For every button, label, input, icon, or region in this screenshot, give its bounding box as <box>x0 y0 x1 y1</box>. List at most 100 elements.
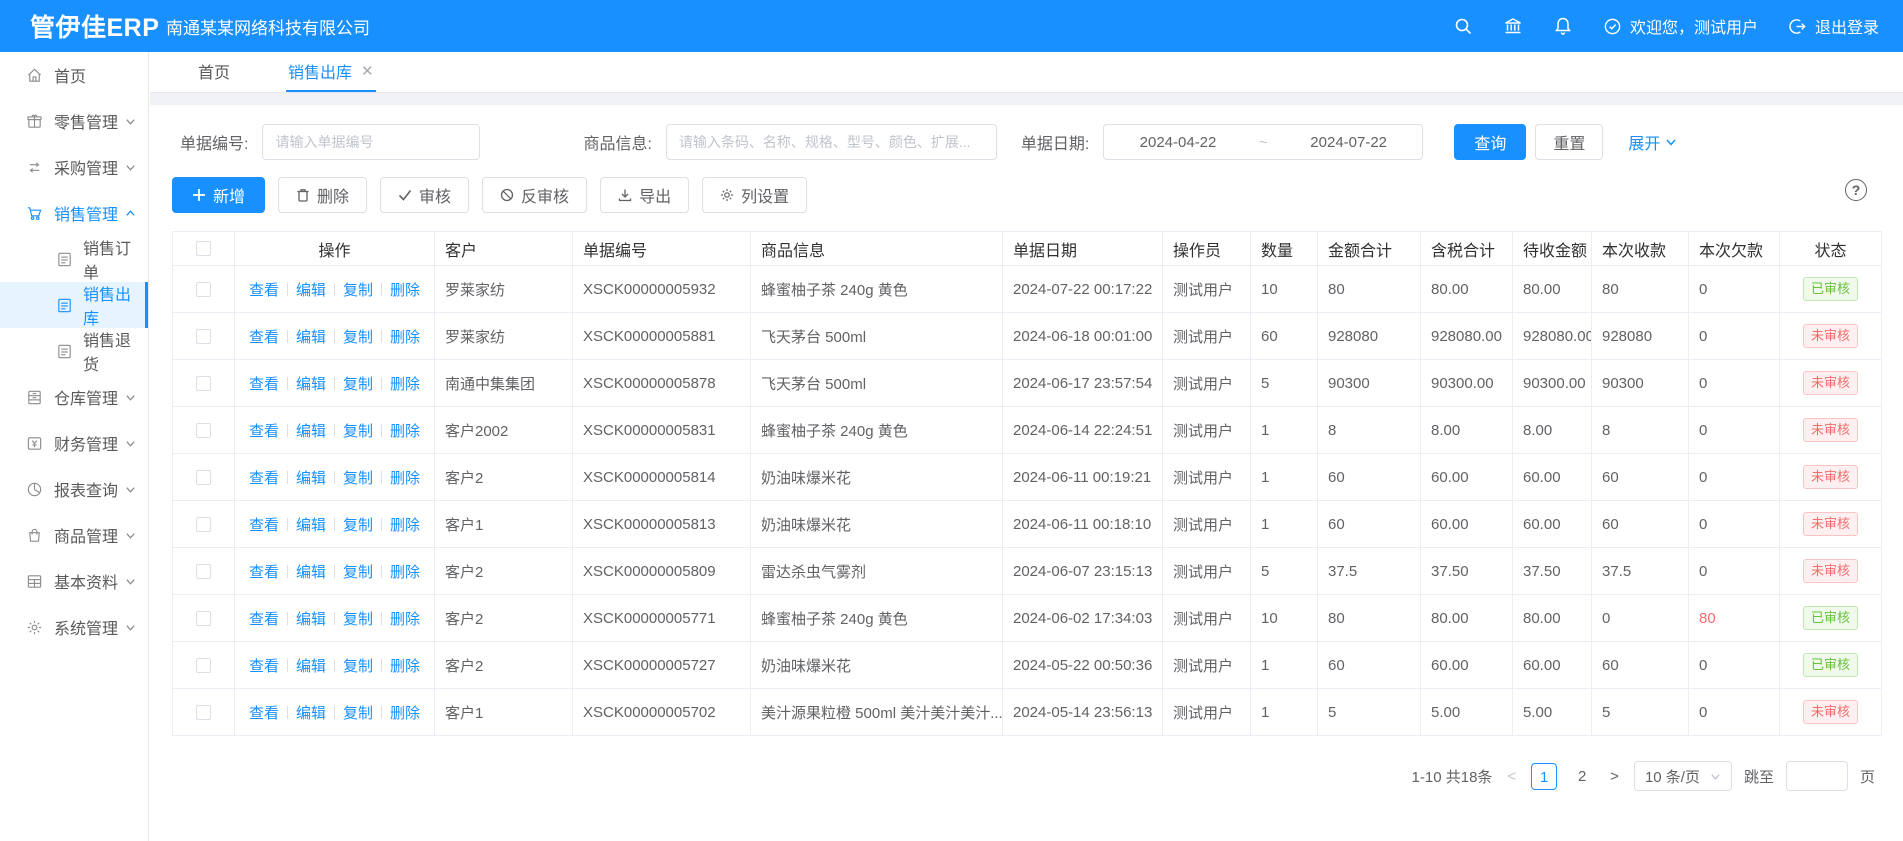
sidebar-item-sales-return[interactable]: 销售退货 <box>0 328 148 374</box>
select-row-checkbox[interactable] <box>196 329 211 344</box>
date-range-picker[interactable]: 2024-04-22 ~ 2024-07-22 <box>1103 124 1423 160</box>
expand-filters-link[interactable]: 展开 <box>1628 130 1677 154</box>
sidebar-item-retail-management[interactable]: 零售管理 <box>0 98 148 144</box>
product-info-input[interactable] <box>666 124 997 160</box>
select-row-checkbox[interactable] <box>196 705 211 720</box>
action-copy-link[interactable]: 复制 <box>343 282 373 299</box>
tab-sales-outbound[interactable]: 销售出库 ✕ <box>286 52 376 92</box>
sidebar-item-sales-management[interactable]: 销售管理 <box>0 190 148 236</box>
sidebar-item-home[interactable]: 首页 <box>0 52 148 98</box>
audit-button[interactable]: 审核 <box>380 177 469 213</box>
help-icon[interactable]: ? <box>1845 179 1867 201</box>
tab-close-icon[interactable]: ✕ <box>361 62 374 80</box>
action-copy-link[interactable]: 复制 <box>343 376 373 393</box>
action-copy-link[interactable]: 复制 <box>343 329 373 346</box>
sidebar-item-purchase-management[interactable]: 采购管理 <box>0 144 148 190</box>
notification-bell-icon[interactable] <box>1553 16 1573 36</box>
action-view-link[interactable]: 查看 <box>249 705 279 722</box>
sidebar-item-product-management[interactable]: 商品管理 <box>0 512 148 558</box>
action-edit-link[interactable]: 编辑 <box>296 658 326 675</box>
action-copy-link[interactable]: 复制 <box>343 658 373 675</box>
action-delete-link[interactable]: 删除 <box>390 611 420 628</box>
action-copy-link[interactable]: 复制 <box>343 470 373 487</box>
action-copy-link[interactable]: 复制 <box>343 423 373 440</box>
next-page-arrow[interactable]: > <box>1607 768 1622 785</box>
action-delete-link[interactable]: 删除 <box>390 517 420 534</box>
amount-cell: 5 <box>1318 689 1421 736</box>
action-edit-link[interactable]: 编辑 <box>296 376 326 393</box>
reset-button[interactable]: 重置 <box>1535 124 1603 160</box>
action-view-link[interactable]: 查看 <box>249 470 279 487</box>
select-row-checkbox[interactable] <box>196 470 211 485</box>
action-delete-link[interactable]: 删除 <box>390 329 420 346</box>
action-delete-link[interactable]: 删除 <box>390 376 420 393</box>
action-view-link[interactable]: 查看 <box>249 376 279 393</box>
select-row-checkbox[interactable] <box>196 611 211 626</box>
page-number-1[interactable]: 1 <box>1531 763 1557 790</box>
action-view-link[interactable]: 查看 <box>249 282 279 299</box>
select-row-checkbox[interactable] <box>196 658 211 673</box>
search-button[interactable]: 查询 <box>1454 124 1526 160</box>
sidebar-item-warehouse-management[interactable]: 仓库管理 <box>0 374 148 420</box>
action-edit-link[interactable]: 编辑 <box>296 705 326 722</box>
organization-icon[interactable] <box>1503 16 1523 36</box>
action-view-link[interactable]: 查看 <box>249 329 279 346</box>
sidebar-item-sales-order[interactable]: 销售订单 <box>0 236 148 282</box>
owed-cell: 0 <box>1689 454 1780 501</box>
add-button[interactable]: 新增 <box>172 177 265 213</box>
jump-to-page-input[interactable] <box>1786 761 1848 791</box>
prev-page-arrow[interactable]: < <box>1504 768 1519 785</box>
select-row-checkbox[interactable] <box>196 517 211 532</box>
column-settings-button[interactable]: 列设置 <box>702 177 807 213</box>
status-badge: 未审核 <box>1803 559 1858 583</box>
action-view-link[interactable]: 查看 <box>249 564 279 581</box>
action-copy-link[interactable]: 复制 <box>343 564 373 581</box>
search-icon[interactable] <box>1453 16 1473 36</box>
retail-icon <box>26 113 43 130</box>
select-row-checkbox[interactable] <box>196 423 211 438</box>
action-view-link[interactable]: 查看 <box>249 423 279 440</box>
select-row-checkbox[interactable] <box>196 564 211 579</box>
action-edit-link[interactable]: 编辑 <box>296 282 326 299</box>
page-number-2[interactable]: 2 <box>1569 763 1595 790</box>
export-button[interactable]: 导出 <box>600 177 689 213</box>
action-delete-link[interactable]: 删除 <box>390 282 420 299</box>
sidebar-item-sales-outbound[interactable]: 销售出库 <box>0 282 148 328</box>
unaudit-button[interactable]: 反审核 <box>482 177 587 213</box>
action-delete-link[interactable]: 删除 <box>390 470 420 487</box>
action-edit-link[interactable]: 编辑 <box>296 517 326 534</box>
sidebar-item-basic-data[interactable]: 基本资料 <box>0 558 148 604</box>
action-view-link[interactable]: 查看 <box>249 658 279 675</box>
select-all-checkbox[interactable] <box>196 241 211 256</box>
column-header: 含税合计 <box>1421 232 1513 266</box>
action-copy-link[interactable]: 复制 <box>343 611 373 628</box>
action-delete-link[interactable]: 删除 <box>390 705 420 722</box>
action-copy-link[interactable]: 复制 <box>343 705 373 722</box>
select-row-checkbox[interactable] <box>196 282 211 297</box>
action-edit-link[interactable]: 编辑 <box>296 329 326 346</box>
sidebar-item-finance-management[interactable]: 财务管理 <box>0 420 148 466</box>
delete-button[interactable]: 删除 <box>278 177 367 213</box>
action-delete-link[interactable]: 删除 <box>390 564 420 581</box>
logout-button[interactable]: 退出登录 <box>1788 14 1879 38</box>
action-view-link[interactable]: 查看 <box>249 611 279 628</box>
user-welcome[interactable]: 欢迎您，测试用户 <box>1603 14 1758 38</box>
page-size-select[interactable]: 10 条/页 <box>1634 761 1732 791</box>
tab-home[interactable]: 首页 <box>196 52 232 92</box>
action-edit-link[interactable]: 编辑 <box>296 564 326 581</box>
action-edit-link[interactable]: 编辑 <box>296 470 326 487</box>
sidebar-item-label: 商品管理 <box>54 523 118 547</box>
sidebar-item-system-management[interactable]: 系统管理 <box>0 604 148 650</box>
action-edit-link[interactable]: 编辑 <box>296 423 326 440</box>
action-delete-link[interactable]: 删除 <box>390 423 420 440</box>
action-view-link[interactable]: 查看 <box>249 517 279 534</box>
amount-cell: 60 <box>1318 454 1421 501</box>
main-area: 首页 销售出库 ✕ 单据编号: 商品信息: 单据日期: 2024-04-22 ~… <box>150 52 1903 841</box>
action-copy-link[interactable]: 复制 <box>343 517 373 534</box>
bill-no-input[interactable] <box>262 124 480 160</box>
sidebar-item-report-query[interactable]: 报表查询 <box>0 466 148 512</box>
status-badge: 未审核 <box>1803 418 1858 442</box>
action-edit-link[interactable]: 编辑 <box>296 611 326 628</box>
select-row-checkbox[interactable] <box>196 376 211 391</box>
action-delete-link[interactable]: 删除 <box>390 658 420 675</box>
